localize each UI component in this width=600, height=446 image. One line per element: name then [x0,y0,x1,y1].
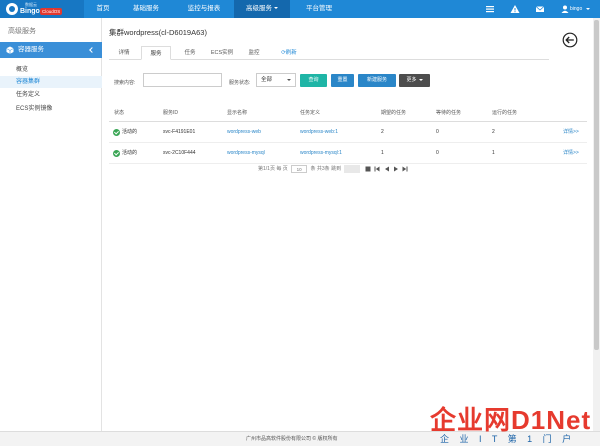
chevron-down-icon [418,78,423,81]
row-service-id: svc-2C10F444 [163,150,196,156]
sidebar-item-overview[interactable]: 概览 [0,64,102,76]
pager-total-info: 条 共3条 跳到 [310,166,342,172]
row-desired: 2 [381,129,384,135]
row-status: 活动的 [122,150,138,156]
table-row: 活动的 svc-2C10F444 wordpress-mysql wordpre… [109,143,587,164]
sidebar: 高级服务 容器服务 概览 容器集群 任务定义 ECS实例镜像 [0,18,102,431]
warning-icon[interactable] [510,4,520,14]
scrollbar[interactable] [593,18,600,431]
col-running-tasks: 运行的任务 [492,110,518,116]
row-service-id: svc-F4191E01 [163,129,196,135]
status-filter-label: 服务状态: [229,80,251,86]
more-button-label: 更多 [406,77,417,83]
sidebar-title: 高级服务 [8,28,36,35]
check-circle-icon [113,150,120,157]
sidebar-item-task-definition[interactable]: 任务定义 [0,89,102,101]
first-page-icon[interactable] [374,166,380,172]
row-details-link[interactable]: 详情>> [563,143,579,164]
page-title: 集群wordpress(cl-D6019A63) [109,28,207,37]
nav-platform-management[interactable]: 平台管理 [296,0,342,18]
row-pending: 0 [436,150,439,156]
tab-bar: 详情 服务 任务 ECS实例 监控 ⟳刷新 [109,46,549,60]
nav-advanced-services[interactable]: 高级服务 [234,0,290,18]
row-display-name-link[interactable]: wordpress-web [227,122,261,143]
logo[interactable]: 数据云 Bingo CloudOS [0,0,84,18]
logo-icon [6,3,18,15]
nav-advanced-services-label: 高级服务 [246,5,272,12]
row-pending: 0 [436,129,439,135]
nav-basic-services[interactable]: 基础服务 [122,0,170,18]
mail-icon[interactable] [535,4,545,14]
jump-page-input[interactable] [344,164,361,173]
status-filter-select[interactable]: 全部 [256,73,296,87]
more-button[interactable]: 更多 [399,74,430,87]
search-input[interactable] [143,73,222,87]
main-content: 集群wordpress(cl-D6019A63) 详情 服务 任务 ECS实例 … [103,18,593,431]
prev-page-icon[interactable] [384,166,390,172]
col-pending-tasks: 等待的任务 [436,110,462,116]
chevron-down-icon [585,7,590,10]
tab-services[interactable]: 服务 [141,46,171,60]
col-service-id: 服务ID [163,110,179,116]
chevron-down-icon [89,47,95,53]
table-row: 活动的 svc-F4191E01 wordpress-web wordpress… [109,122,587,143]
scrollbar-thumb[interactable] [594,20,599,350]
copyright: 广州市品高软件股份有限公司 © 版权所有 [246,436,338,442]
refresh-button[interactable]: ⟳刷新 [273,46,305,60]
row-display-name-link[interactable]: wordpress-mysql [227,143,265,164]
last-page-icon[interactable] [402,166,408,172]
reset-button[interactable]: 重置 [331,74,354,87]
row-desired: 1 [381,150,384,156]
check-circle-icon [113,129,120,136]
chevron-down-icon [274,7,278,10]
user-icon[interactable] [560,4,570,14]
back-arrow-icon[interactable] [562,32,578,48]
col-display-name: 显示名称 [227,110,248,116]
tab-tasks[interactable]: 任务 [175,46,205,60]
user-name-label: bingo [570,6,583,12]
new-service-button[interactable]: 新建服务 [358,74,396,87]
pager-page-info: 第1/1页 每 页 [258,166,288,172]
row-task-definition-link[interactable]: wordpress-web:1 [300,122,338,143]
sidebar-section-label: 容器服务 [18,46,44,53]
row-status: 活动的 [122,129,138,135]
next-page-icon[interactable] [393,166,399,172]
logo-badge: CloudOS [40,8,63,15]
nav-monitoring-reports[interactable]: 监控与报表 [176,0,232,18]
row-details-link[interactable]: 详情>> [563,122,579,143]
row-task-definition-link[interactable]: wordpress-mysql:1 [300,143,342,164]
sidebar-section-container-service[interactable]: 容器服务 [0,42,102,58]
top-nav-bar: 数据云 Bingo CloudOS 首页 基础服务 监控与报表 高级服务 平台管… [0,0,600,18]
tab-details[interactable]: 详情 [109,46,139,60]
search-label: 搜索内容: [114,80,136,86]
table-header: 状态 服务ID 显示名称 任务定义 期望的任务 等待的任务 运行的任务 [109,104,587,122]
nav-home[interactable]: 首页 [84,0,122,18]
logo-brand: Bingo [20,8,40,15]
sidebar-item-container-cluster[interactable]: 容器集群 [0,76,102,88]
pagination: 第1/1页 每 页 10 条 共3条 跳到 [258,163,409,175]
row-running: 1 [492,150,495,156]
go-page-icon[interactable] [365,166,371,172]
col-status: 状态 [114,110,125,116]
chevron-down-icon [287,79,291,81]
user-name[interactable]: bingo [570,0,590,18]
row-running: 2 [492,129,495,135]
query-button[interactable]: 查询 [300,74,327,87]
watermark-subtitle: 企 业 I T 第 1 门 户 [440,434,576,444]
tab-ecs-instances[interactable]: ECS实例 [207,46,237,60]
col-task-definition: 任务定义 [300,110,321,116]
page-size-input[interactable]: 10 [291,164,308,173]
page-size-value: 10 [296,166,302,172]
tab-monitoring[interactable]: 监控 [239,46,269,60]
list-icon[interactable] [485,4,495,14]
col-desired-tasks: 期望的任务 [381,110,407,116]
sidebar-item-ecs-image[interactable]: ECS实例镜像 [0,103,102,115]
cube-icon [6,46,14,54]
status-filter-value: 全部 [261,77,273,83]
